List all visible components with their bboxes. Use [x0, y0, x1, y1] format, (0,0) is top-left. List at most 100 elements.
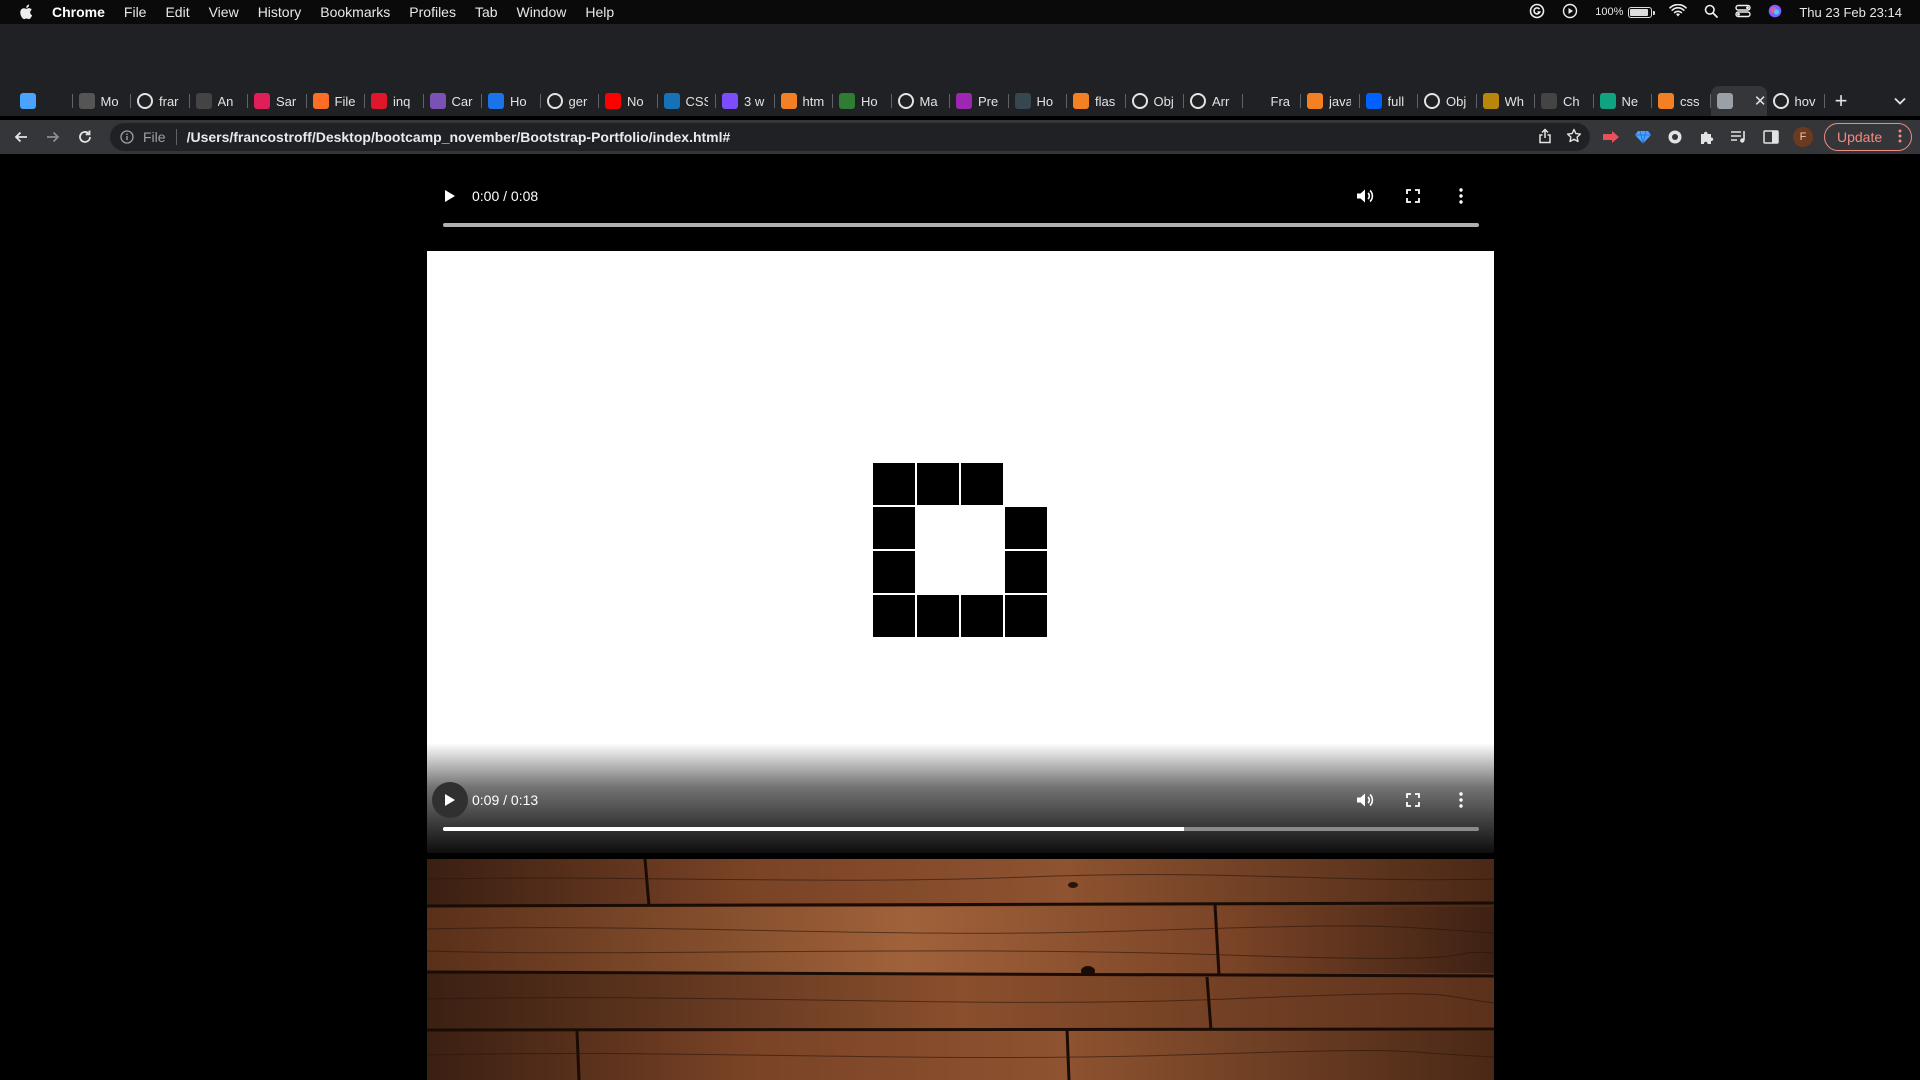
browser-tab[interactable]: Ho: [1009, 86, 1068, 116]
menu-bookmarks[interactable]: Bookmarks: [320, 4, 390, 20]
openai-icon: [195, 93, 212, 109]
audio-player: 0:00 / 0:08: [427, 178, 1494, 248]
menu-profiles[interactable]: Profiles: [409, 4, 456, 20]
video-volume-icon[interactable]: [1347, 782, 1383, 818]
play-circle-icon[interactable]: [1562, 3, 1578, 22]
menu-history[interactable]: History: [258, 4, 302, 20]
address-bar[interactable]: File /Users/francostroff/Desktop/bootcam…: [110, 123, 1590, 151]
browser-titlebar: [0, 24, 1920, 86]
spotlight-search-icon[interactable]: [1704, 4, 1719, 21]
video-frame-logo: [873, 463, 1047, 637]
menu-help[interactable]: Help: [585, 4, 614, 20]
menu-app-name[interactable]: Chrome: [52, 4, 105, 20]
reload-icon[interactable]: [69, 121, 101, 153]
tab-title: Obj: [1446, 93, 1467, 109]
video-player[interactable]: [427, 251, 1494, 853]
site-info-icon[interactable]: [119, 129, 135, 145]
youtube-icon: [605, 93, 621, 109]
browser-tab[interactable]: Wh: [1477, 86, 1536, 116]
menu-view[interactable]: View: [209, 4, 239, 20]
profile-avatar[interactable]: F: [1792, 126, 1814, 148]
browser-tab[interactable]: [14, 86, 73, 116]
browser-tab[interactable]: Sar: [248, 86, 307, 116]
menu-window[interactable]: Window: [517, 4, 567, 20]
tab-title: Ho: [1036, 93, 1054, 109]
browser-tab[interactable]: 3 w: [716, 86, 775, 116]
audio-progress-bar[interactable]: [443, 223, 1479, 227]
browser-tab[interactable]: java: [1301, 86, 1360, 116]
extension-red-arrow-icon[interactable]: [1600, 126, 1622, 148]
update-button[interactable]: Update: [1824, 123, 1912, 151]
browser-tab[interactable]: Ma: [892, 86, 951, 116]
browser-tab[interactable]: Pre: [950, 86, 1009, 116]
back-arrow-icon[interactable]: [5, 121, 37, 153]
browser-tab[interactable]: css: [1652, 86, 1711, 116]
close-tab-icon[interactable]: ✕: [1754, 92, 1767, 110]
bookmark-star-icon[interactable]: [1566, 128, 1582, 147]
video-play-icon[interactable]: [432, 782, 468, 818]
tab-search-chevron-icon[interactable]: [1894, 86, 1906, 116]
siri-icon[interactable]: [1768, 4, 1782, 21]
tab-title: Car: [451, 93, 473, 109]
browser-tab[interactable]: Ho: [833, 86, 892, 116]
battery-indicator[interactable]: 100%: [1595, 6, 1656, 18]
side-panel-icon[interactable]: [1760, 126, 1782, 148]
globe-icon: [1716, 93, 1733, 109]
forward-arrow-icon[interactable]: [37, 121, 69, 153]
menu-edit[interactable]: Edit: [165, 4, 189, 20]
video-fullscreen-icon[interactable]: [1395, 782, 1431, 818]
grammarly-icon[interactable]: [1529, 3, 1545, 22]
new-tab-plus-icon[interactable]: +: [1825, 86, 1857, 116]
browser-tab[interactable]: flas: [1067, 86, 1126, 116]
media-control-icon[interactable]: [1728, 126, 1750, 148]
wood-background-image: [427, 859, 1494, 1080]
more-vertical-icon[interactable]: [1898, 129, 1902, 146]
play-icon[interactable]: [432, 178, 468, 214]
browser-tab[interactable]: htm: [775, 86, 834, 116]
browser-tab[interactable]: Ho: [482, 86, 541, 116]
browser-tab[interactable]: hov: [1767, 86, 1826, 116]
extension-circle-icon[interactable]: [1664, 126, 1686, 148]
mdn-icon: [1131, 93, 1148, 109]
browser-tab[interactable]: Ch: [1535, 86, 1594, 116]
browser-tab[interactable]: frar: [131, 86, 190, 116]
wix-icon: [78, 93, 95, 109]
volume-icon[interactable]: [1347, 178, 1383, 214]
tab-title: Ho: [861, 93, 878, 109]
extension-gem-icon[interactable]: [1632, 126, 1654, 148]
browser-tab[interactable]: An: [190, 86, 249, 116]
browser-tab[interactable]: Arr: [1184, 86, 1243, 116]
more-options-icon[interactable]: [1443, 178, 1479, 214]
browser-tab[interactable]: Obj: [1126, 86, 1185, 116]
browser-tab[interactable]: ger: [541, 86, 600, 116]
browser-tab[interactable]: CSS: [658, 86, 717, 116]
control-center-icon[interactable]: [1735, 4, 1752, 21]
glasses-icon: [1482, 93, 1499, 109]
browser-tab[interactable]: Obj: [1418, 86, 1477, 116]
tab-title: Pre: [978, 93, 999, 109]
url-text[interactable]: /Users/francostroff/Desktop/bootcamp_nov…: [187, 129, 731, 145]
browser-tab[interactable]: Fra: [1243, 86, 1302, 116]
browser-tab[interactable]: File: [307, 86, 366, 116]
audio-time-display: 0:00 / 0:08: [472, 188, 539, 204]
browser-tab[interactable]: Ne: [1594, 86, 1653, 116]
browser-tab[interactable]: Car: [424, 86, 483, 116]
video-progress-bar[interactable]: [443, 827, 1479, 831]
browser-tab[interactable]: Mo: [73, 86, 132, 116]
apple-icon[interactable]: [19, 4, 35, 20]
github-icon: [137, 93, 153, 109]
tab-title: An: [217, 93, 234, 109]
extensions-puzzle-icon[interactable]: [1696, 126, 1718, 148]
menu-file[interactable]: File: [124, 4, 147, 20]
share-icon[interactable]: [1538, 127, 1552, 147]
browser-tab[interactable]: No: [599, 86, 658, 116]
menubar-datetime[interactable]: Thu 23 Feb 23:14: [1799, 5, 1902, 20]
menu-tab[interactable]: Tab: [475, 4, 498, 20]
wifi-icon[interactable]: [1669, 3, 1688, 21]
browser-tab[interactable]: ✕: [1710, 86, 1767, 116]
video-more-options-icon[interactable]: [1443, 782, 1479, 818]
audio-control-row: 0:00 / 0:08: [427, 178, 1494, 214]
browser-tab[interactable]: inq: [365, 86, 424, 116]
fullscreen-icon[interactable]: [1395, 178, 1431, 214]
browser-tab[interactable]: full: [1360, 86, 1419, 116]
